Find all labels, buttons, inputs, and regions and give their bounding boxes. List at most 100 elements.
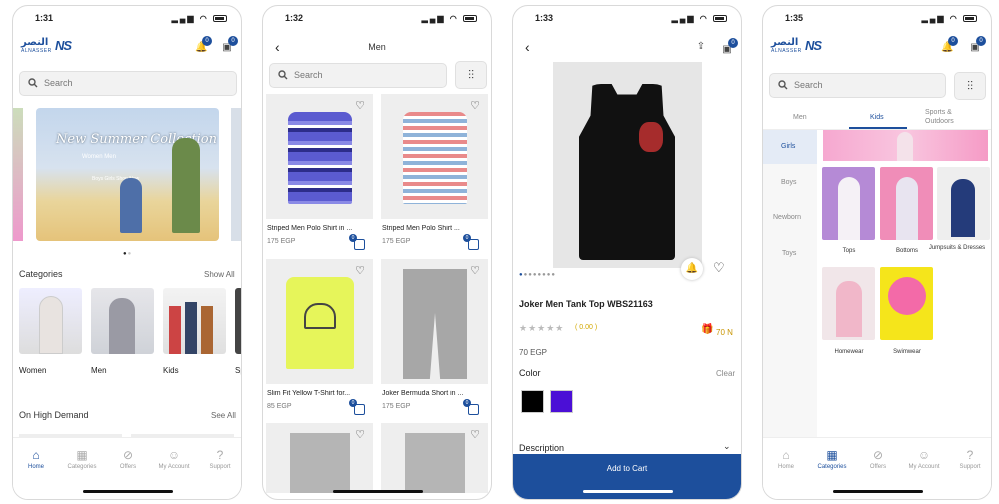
notification-bell-icon[interactable]: 🔔 0 — [941, 36, 958, 54]
active-tab-indicator — [849, 127, 907, 129]
product-main-image[interactable] — [553, 62, 702, 268]
rating-count: ( 0.00 ) — [575, 324, 598, 331]
categories-show-all-link[interactable]: Show All — [204, 270, 235, 279]
filter-button[interactable]: ⫶⫶ — [455, 61, 487, 89]
product-name[interactable]: Slim Fit Yellow T-Shirt for... — [267, 390, 374, 397]
user-icon: ☺ — [917, 448, 931, 462]
rating-stars: ★★★★★ — [519, 323, 565, 333]
promo-banner[interactable]: New Summer Collection Women Men Boys Gir… — [36, 108, 219, 241]
tab-my-account[interactable]: ☺ My Account — [151, 446, 197, 470]
add-to-cart-icon[interactable]: 0 — [463, 399, 479, 415]
home-indicator — [333, 490, 423, 493]
status-time: 1:32 — [285, 13, 304, 23]
search-icon — [778, 80, 788, 90]
subcat-homewear-tile[interactable] — [822, 267, 875, 340]
home-indicator — [833, 490, 923, 493]
status-time: 1:35 — [785, 13, 804, 23]
category-women-tile[interactable] — [19, 288, 82, 354]
tab-home[interactable]: ⌂ Home — [763, 446, 809, 470]
color-label: Color — [519, 368, 541, 378]
alnasser-logo[interactable]: النصر ALNASSER NS — [21, 37, 101, 55]
top-category-tabs: Men Kids Sports & Outdoors — [763, 108, 991, 130]
color-swatch-black[interactable] — [521, 390, 544, 413]
tab-my-account[interactable]: ☺ My Account — [901, 446, 947, 470]
wishlist-heart-icon[interactable]: ♡ — [353, 428, 367, 442]
battery-icon — [713, 15, 727, 23]
high-demand-see-all-link[interactable]: See All — [211, 411, 236, 420]
battery-icon — [213, 15, 227, 23]
add-to-cart-icon[interactable]: 0 — [463, 234, 479, 250]
category-men-label: Men — [91, 366, 107, 375]
subcat-swimwear-tile[interactable] — [880, 267, 933, 340]
side-item-toys[interactable]: Toys — [782, 250, 796, 257]
subcat-tops-tile[interactable] — [822, 167, 875, 240]
product-price: 175 EGP — [267, 238, 296, 245]
tab-kids[interactable]: Kids — [870, 114, 884, 121]
search-input[interactable]: Search — [769, 73, 946, 98]
category-kids-tile[interactable] — [163, 288, 226, 354]
chevron-down-icon[interactable]: ⌄ — [723, 441, 731, 452]
user-icon: ☺ — [167, 448, 181, 462]
home-icon: ⌂ — [782, 448, 790, 462]
side-item-newborn[interactable]: Newborn — [773, 214, 801, 221]
alnasser-logo[interactable]: النصر ALNASSER NS — [771, 37, 851, 55]
back-chevron-icon[interactable]: ‹ — [525, 39, 530, 55]
tab-support[interactable]: ? Support — [947, 446, 991, 470]
clear-color-link[interactable]: Clear — [716, 369, 735, 378]
cart-icon[interactable]: ▣ 0 — [221, 36, 238, 54]
tab-men[interactable]: Men — [793, 114, 807, 121]
help-icon: ? — [216, 448, 224, 462]
subcat-bottoms-tile[interactable] — [880, 167, 933, 240]
battery-icon — [963, 15, 977, 23]
wishlist-heart-icon[interactable]: ♡ — [353, 99, 367, 113]
wishlist-heart-icon[interactable]: ♡ — [468, 264, 482, 278]
add-to-cart-icon[interactable]: 0 — [349, 399, 365, 415]
subcat-jumpsuits-tile[interactable] — [937, 167, 990, 240]
tab-support[interactable]: ? Support — [197, 446, 241, 470]
wishlist-heart-icon[interactable]: ♡ — [468, 99, 482, 113]
tab-categories[interactable]: ▦ Categories — [59, 446, 105, 470]
add-to-cart-icon[interactable]: 0 — [349, 234, 365, 250]
tab-offers[interactable]: ⊘ Offers — [105, 446, 151, 470]
status-time: 1:33 — [535, 13, 554, 23]
wishlist-heart-icon[interactable]: ♡ — [353, 264, 367, 278]
banner-subtitle: Women Men — [82, 154, 116, 160]
status-icons: ▂▄▆ ◠ — [172, 14, 227, 23]
notification-bell-icon[interactable]: 🔔 0 — [195, 36, 212, 54]
product-name[interactable]: Striped Men Polo Shirt in ... — [267, 225, 374, 232]
banner-child-figure — [120, 178, 142, 233]
wishlist-heart-icon[interactable]: ♡ — [713, 260, 725, 276]
category-men-tile[interactable] — [91, 288, 154, 354]
banner-prev-peek — [13, 108, 23, 241]
gift-icon: 🎁 — [701, 324, 714, 335]
tab-offers[interactable]: ⊘ Offers — [855, 446, 901, 470]
product-name[interactable]: Striped Men Polo Shirt ... — [382, 225, 489, 232]
tab-categories[interactable]: ▦ Categories — [809, 446, 855, 470]
product-name[interactable]: Joker Bermuda Short in ... — [382, 390, 489, 397]
side-item-girls[interactable]: Girls — [781, 143, 795, 150]
cart-icon[interactable]: ▣ 0 — [721, 38, 738, 56]
status-icons: ▂▄▆ ◠ — [422, 14, 477, 23]
cart-icon[interactable]: ▣ 0 — [969, 36, 986, 54]
tab-sports-outdoors[interactable]: Sports & Outdoors — [925, 108, 969, 126]
categories-title: Categories — [19, 269, 63, 279]
girls-banner[interactable] — [823, 130, 988, 161]
share-icon[interactable]: ⇪ — [695, 41, 707, 53]
description-label[interactable]: Description — [519, 443, 564, 453]
wishlist-heart-icon[interactable]: ♡ — [468, 428, 482, 442]
filter-button[interactable]: ⫶⫶ — [954, 72, 986, 100]
search-input[interactable]: Search — [19, 71, 237, 96]
status-time: 1:31 — [35, 13, 54, 23]
tab-home[interactable]: ⌂ Home — [13, 446, 59, 470]
notify-bell-button[interactable]: 🔔 — [681, 258, 703, 280]
category-sports-tile[interactable] — [235, 288, 241, 354]
grid-icon: ▦ — [826, 448, 838, 462]
search-input[interactable]: Search — [269, 63, 447, 88]
color-swatch-purple[interactable] — [550, 390, 573, 413]
cart-badge: 0 — [228, 36, 238, 46]
side-item-boys[interactable]: Boys — [781, 179, 797, 186]
print-graphic — [639, 122, 663, 152]
search-icon — [28, 78, 38, 88]
help-icon: ? — [966, 448, 974, 462]
home-icon: ⌂ — [32, 448, 40, 462]
